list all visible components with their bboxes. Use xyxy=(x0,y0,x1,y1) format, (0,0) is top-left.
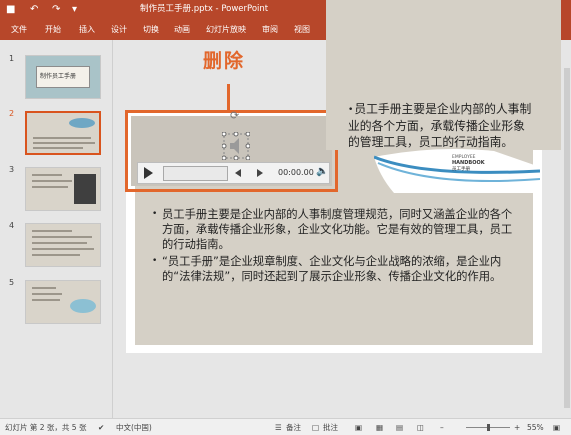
comments-icon[interactable]: □ xyxy=(312,423,319,432)
audio-player-bar: 00:00.00 🔈 xyxy=(137,162,330,184)
tab-animations[interactable]: 动画 xyxy=(174,24,190,35)
normal-view-icon[interactable]: ▣ xyxy=(355,423,362,432)
status-bar: 幻灯片 第 2 张，共 5 张 ✔ 中文(中国) ☰ 备注 □ 批注 ▣ ▦ ▤… xyxy=(0,418,571,435)
redo-icon[interactable]: ↷ xyxy=(52,3,60,16)
save-icon[interactable]: ■ xyxy=(6,3,15,16)
tab-file[interactable]: 文件 xyxy=(11,24,27,35)
slide-thumbnail-1[interactable]: 制作员工手册 xyxy=(25,55,101,99)
zoom-out-icon[interactable]: – xyxy=(440,423,444,432)
delete-annotation-label: 删除 xyxy=(203,50,246,72)
window-title: 制作员工手册.pptx - PowerPoint xyxy=(140,4,269,14)
language-status[interactable]: 中文(中国) xyxy=(116,423,152,432)
book-line2: HANDBOOK xyxy=(452,160,486,166)
comments-button[interactable]: 批注 xyxy=(323,423,338,432)
speaker-icon[interactable] xyxy=(222,132,250,160)
tab-design[interactable]: 设计 xyxy=(111,24,127,35)
reading-view-icon[interactable]: ▤ xyxy=(396,423,403,432)
tab-insert[interactable]: 插入 xyxy=(79,24,95,35)
notes-icon[interactable]: ☰ xyxy=(275,423,282,432)
slide-thumbnail-5[interactable] xyxy=(25,280,101,324)
play-icon[interactable] xyxy=(144,167,153,179)
top-right-text-line-1: •员工手册主要是企业内部的人事制 xyxy=(348,102,532,116)
tab-view[interactable]: 视图 xyxy=(294,24,310,35)
thumb-number-5: 5 xyxy=(9,278,15,287)
vertical-scrollbar[interactable] xyxy=(563,40,571,418)
rewind-icon[interactable] xyxy=(235,169,241,177)
thumb-number-3: 3 xyxy=(9,165,15,174)
thumb-number-2: 2 xyxy=(9,109,15,118)
zoom-in-icon[interactable]: + xyxy=(514,423,520,432)
undo-icon[interactable]: ↶ xyxy=(30,3,38,16)
slide-thumbnail-2[interactable] xyxy=(25,111,101,155)
quick-access-customize-icon[interactable]: ▾ xyxy=(72,3,77,16)
tab-review[interactable]: 审阅 xyxy=(262,24,278,35)
bullet-2: “员工手册”是企业规章制度、企业文化与企业战略的浓缩，是企业内的“法律法规”，同… xyxy=(150,254,520,284)
tab-home[interactable]: 开始 xyxy=(45,24,61,35)
notes-button[interactable]: 备注 xyxy=(286,423,301,432)
slide-thumbnail-pane: 1 制作员工手册 2 3 4 5 xyxy=(0,40,112,418)
slideshow-icon[interactable]: ◫ xyxy=(417,423,424,432)
thumb-number-4: 4 xyxy=(9,221,15,230)
forward-icon[interactable] xyxy=(257,169,263,177)
handbook-image: EMPLOYEE HANDBOOK 员工手册 xyxy=(374,149,540,193)
scrollbar-thumb[interactable] xyxy=(564,68,570,408)
powerpoint-window: ■ ↶ ↷ ▾ 制作员工手册.pptx - PowerPoint 文件 开始 插… xyxy=(0,0,571,435)
pane-divider[interactable] xyxy=(112,40,113,418)
bullet-1: 员工手册主要是企业内部的人事制度管理规范，同时又涵盖企业的各个方面，承载传播企业… xyxy=(150,207,520,252)
top-right-text-line-3: 的管理工具，员工的行动指南。 xyxy=(348,135,514,149)
top-right-text[interactable]: •员工手册主要是企业内部的人事制 业的各个方面，承载传播企业形象 的管理工具，员… xyxy=(348,101,563,150)
zoom-level[interactable]: 55% xyxy=(527,423,544,432)
spellcheck-icon[interactable]: ✔ xyxy=(98,423,104,432)
slide-count-status: 幻灯片 第 2 张，共 5 张 xyxy=(5,423,87,432)
audio-time: 00:00.00 xyxy=(278,168,314,177)
fit-to-window-icon[interactable]: ▣ xyxy=(553,423,560,432)
slide-thumbnail-4[interactable] xyxy=(25,223,101,267)
annotation-connector xyxy=(227,84,230,110)
slide-thumbnail-3[interactable] xyxy=(25,167,101,211)
rotate-handle-icon[interactable]: ⟳ xyxy=(230,109,239,122)
tab-transitions[interactable]: 切换 xyxy=(143,24,159,35)
book-line3: 员工手册 xyxy=(452,165,470,172)
tab-slideshow[interactable]: 幻灯片放映 xyxy=(206,24,246,35)
audio-progress-track[interactable] xyxy=(163,166,228,181)
thumb-1-title: 制作员工手册 xyxy=(40,73,77,80)
zoom-slider-knob[interactable] xyxy=(487,424,490,431)
volume-icon[interactable]: 🔈 xyxy=(316,166,328,177)
slide-body-text[interactable]: 员工手册主要是企业内部的人事制度管理规范，同时又涵盖企业的各个方面，承载传播企业… xyxy=(150,207,520,286)
slide-sorter-icon[interactable]: ▦ xyxy=(376,423,383,432)
top-right-text-line-2: 业的各个方面，承载传播企业形象 xyxy=(348,119,525,133)
thumb-number-1: 1 xyxy=(9,54,15,63)
